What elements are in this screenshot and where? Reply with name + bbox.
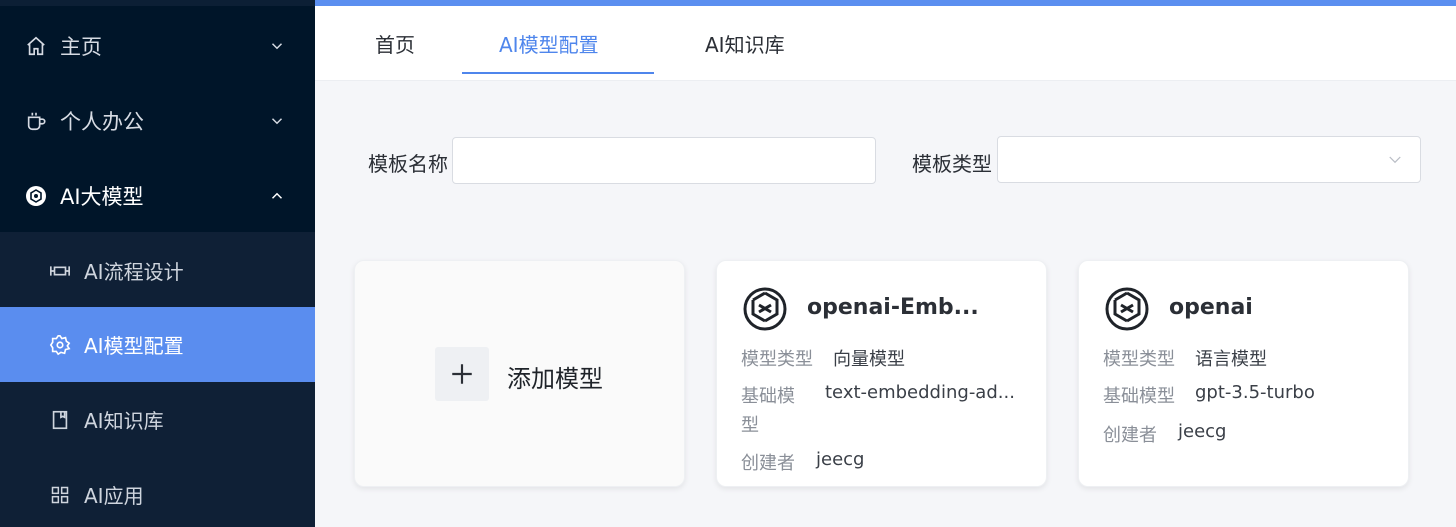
model-type-value: 向量模型 [833, 349, 905, 370]
sidebar-item-office[interactable]: 个人办公 [0, 83, 315, 158]
sidebar-item-ai-knowledge[interactable]: AI知识库 [0, 382, 315, 457]
sidebar-top-edge [0, 0, 315, 6]
model-type-label: 模型类型 [1103, 349, 1175, 370]
tab-ai-model-config[interactable]: AI模型配置 [499, 6, 599, 81]
add-model-label: 添加模型 [507, 365, 603, 393]
plus-icon [435, 347, 489, 401]
tab-home[interactable]: 首页 [375, 6, 415, 81]
model-card-title: openai [1169, 295, 1253, 320]
tab-label: 首页 [375, 33, 415, 57]
sidebar-item-label: 主页 [60, 34, 102, 59]
model-card[interactable]: openai-Emb... 模型类型 向量模型 基础模 型 text-embed… [716, 260, 1047, 487]
chevron-down-icon [271, 42, 283, 49]
creator-label: 创建者 [741, 453, 795, 474]
sidebar-item-ai-model-config[interactable]: AI模型配置 [0, 307, 315, 382]
creator-value: jeecg [1178, 421, 1227, 442]
home-icon [24, 34, 48, 58]
template-name-label: 模板名称 [368, 152, 448, 176]
creator-label: 创建者 [1103, 425, 1157, 446]
creator-value: jeecg [816, 449, 865, 470]
sidebar-item-ai-flow[interactable]: AI流程设计 [0, 233, 315, 308]
model-card-title: openai-Emb... [807, 295, 979, 320]
sidebar-item-label: AI知识库 [84, 409, 164, 433]
tab-bar: 首页 AI模型配置 AI知识库 [315, 6, 1456, 81]
flow-icon [48, 259, 72, 283]
template-type-select[interactable] [997, 136, 1421, 183]
chevron-down-icon [271, 117, 283, 124]
sidebar-item-label: AI模型配置 [84, 334, 184, 358]
sidebar-item-ai-app[interactable]: AI应用 [0, 457, 315, 527]
model-type-value: 语言模型 [1195, 349, 1267, 370]
ai-icon [24, 184, 48, 208]
base-model-value: gpt-3.5-turbo [1195, 382, 1315, 403]
tab-label: AI模型配置 [499, 33, 599, 57]
openai-logo-icon [743, 287, 787, 331]
chevron-down-icon [1389, 156, 1401, 164]
sidebar-item-label: AI流程设计 [84, 260, 184, 284]
sidebar-item-label: AI大模型 [60, 184, 144, 209]
sidebar-item-home[interactable]: 主页 [0, 8, 315, 83]
model-type-label: 模型类型 [741, 349, 813, 370]
active-tab-underline [462, 72, 654, 74]
tab-ai-knowledge[interactable]: AI知识库 [705, 6, 785, 81]
sidebar-item-ai-model[interactable]: AI大模型 [0, 158, 315, 233]
openai-logo-icon [1105, 287, 1149, 331]
model-card[interactable]: openai 模型类型 语言模型 基础模型 gpt-3.5-turbo 创建者 … [1078, 260, 1409, 487]
book-icon [48, 408, 72, 432]
cup-icon [24, 109, 48, 133]
template-type-label: 模板类型 [912, 152, 992, 176]
base-model-label-wrap: 型 [741, 415, 759, 436]
sidebar: 主页 个人办公 AI大模型 AI流程设计 AI模型配置 AI知识库 AI应用 [0, 0, 315, 527]
grid-icon [48, 483, 72, 507]
base-model-label: 基础模型 [1103, 386, 1175, 407]
sidebar-item-label: AI应用 [84, 484, 144, 508]
add-model-card[interactable]: 添加模型 [354, 260, 685, 487]
gear-icon [48, 333, 72, 357]
chevron-up-icon [271, 192, 283, 199]
template-name-input[interactable] [452, 137, 876, 184]
base-model-label: 基础模 [741, 386, 795, 407]
sidebar-item-label: 个人办公 [60, 109, 144, 134]
base-model-value: text-embedding-ad... [825, 382, 1015, 403]
tab-label: AI知识库 [705, 33, 785, 57]
